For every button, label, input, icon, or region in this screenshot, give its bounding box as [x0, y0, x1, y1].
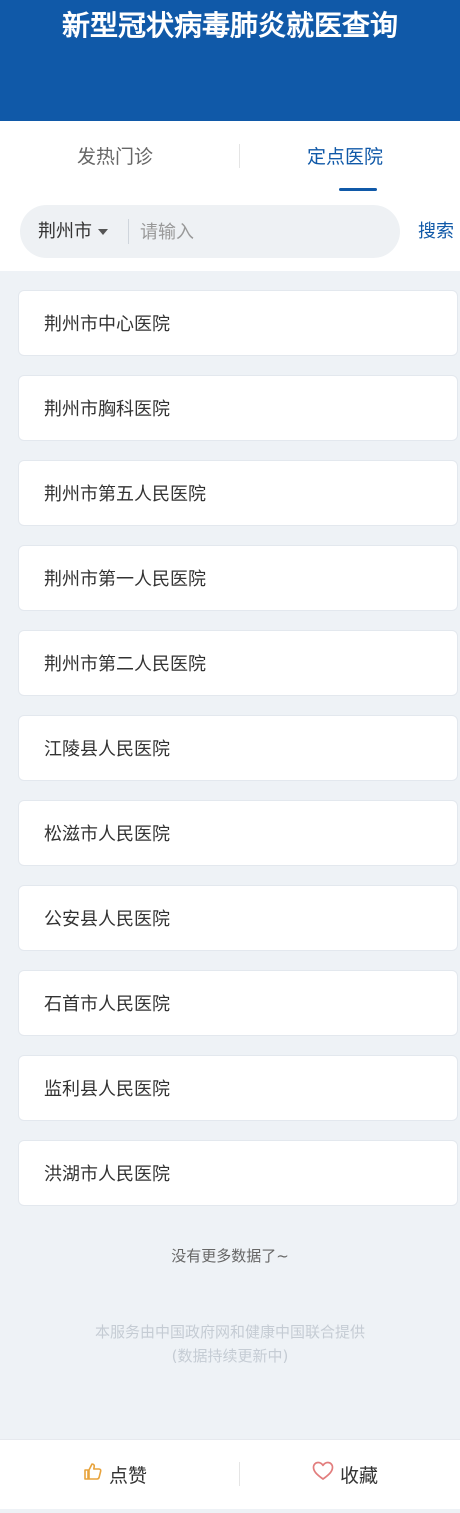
hospital-name: 洪湖市人民医院 [44, 1164, 170, 1185]
hospital-list: 荆州市中心医院 荆州市胸科医院 荆州市第五人民医院 荆州市第一人民医院 荆州市第… [18, 290, 458, 1225]
hospital-card[interactable]: 松滋市人民医院 [18, 800, 458, 866]
hospital-name: 公安县人民医院 [44, 909, 170, 930]
hospital-name: 石首市人民医院 [44, 994, 170, 1015]
search-input[interactable] [138, 213, 382, 252]
search-divider [128, 219, 129, 244]
favorite-label: 收藏 [339, 1465, 378, 1487]
thumbs-up-icon [83, 1439, 103, 1511]
hospital-name: 荆州市第一人民医院 [44, 569, 206, 590]
header-banner: 新型冠状病毒肺炎就医查询 [0, 0, 460, 121]
tab-divider [239, 144, 240, 168]
hospital-card[interactable]: 监利县人民医院 [18, 1055, 458, 1121]
city-selector[interactable]: 荆州市 [38, 205, 108, 258]
hospital-card[interactable]: 荆州市中心医院 [18, 290, 458, 356]
hospital-card[interactable]: 洪湖市人民医院 [18, 1140, 458, 1206]
hospital-name: 荆州市第五人民医院 [44, 484, 206, 505]
hospital-name: 荆州市胸科医院 [44, 399, 170, 420]
favorite-button[interactable]: 收藏 [230, 1440, 460, 1510]
search-button[interactable]: 搜索 [418, 205, 460, 258]
footer-note: 本服务由中国政府网和健康中国联合提供 (数据持续更新中) [0, 1320, 460, 1368]
bottom-bar: 点赞 收藏 [0, 1439, 460, 1509]
active-tab-indicator [339, 188, 377, 191]
page-title: 新型冠状病毒肺炎就医查询 [61, 9, 398, 42]
hospital-card[interactable]: 公安县人民医院 [18, 885, 458, 951]
city-label: 荆州市 [38, 221, 92, 242]
search-bar: 荆州市 [20, 205, 400, 258]
hospital-card[interactable]: 荆州市第一人民医院 [18, 545, 458, 611]
heart-icon [312, 1439, 334, 1511]
like-label: 点赞 [108, 1465, 147, 1487]
hospital-name: 监利县人民医院 [44, 1079, 170, 1100]
footer-line-1: 本服务由中国政府网和健康中国联合提供 [94, 1323, 365, 1341]
hospital-name: 荆州市第二人民医院 [44, 654, 206, 675]
hospital-card[interactable]: 江陵县人民医院 [18, 715, 458, 781]
hospital-card[interactable]: 荆州市第五人民医院 [18, 460, 458, 526]
footer-line-2: (数据持续更新中) [171, 1347, 289, 1365]
tab-fever-clinic[interactable]: 发热门诊 [0, 121, 230, 191]
hospital-name: 松滋市人民医院 [44, 824, 170, 845]
hospital-card[interactable]: 荆州市第二人民医院 [18, 630, 458, 696]
hospital-name: 荆州市中心医院 [44, 314, 170, 335]
hospital-card[interactable]: 石首市人民医院 [18, 970, 458, 1036]
hospital-card[interactable]: 荆州市胸科医院 [18, 375, 458, 441]
like-button[interactable]: 点赞 [0, 1440, 230, 1510]
tab-designated-hospital[interactable]: 定点医院 [230, 121, 460, 191]
tab-bar: 发热门诊 定点医院 [0, 121, 460, 191]
bottom-bar-divider [239, 1462, 240, 1486]
hospital-name: 江陵县人民医院 [44, 739, 170, 760]
list-end-text: 没有更多数据了~ [171, 1247, 289, 1265]
caret-down-icon [98, 229, 108, 235]
